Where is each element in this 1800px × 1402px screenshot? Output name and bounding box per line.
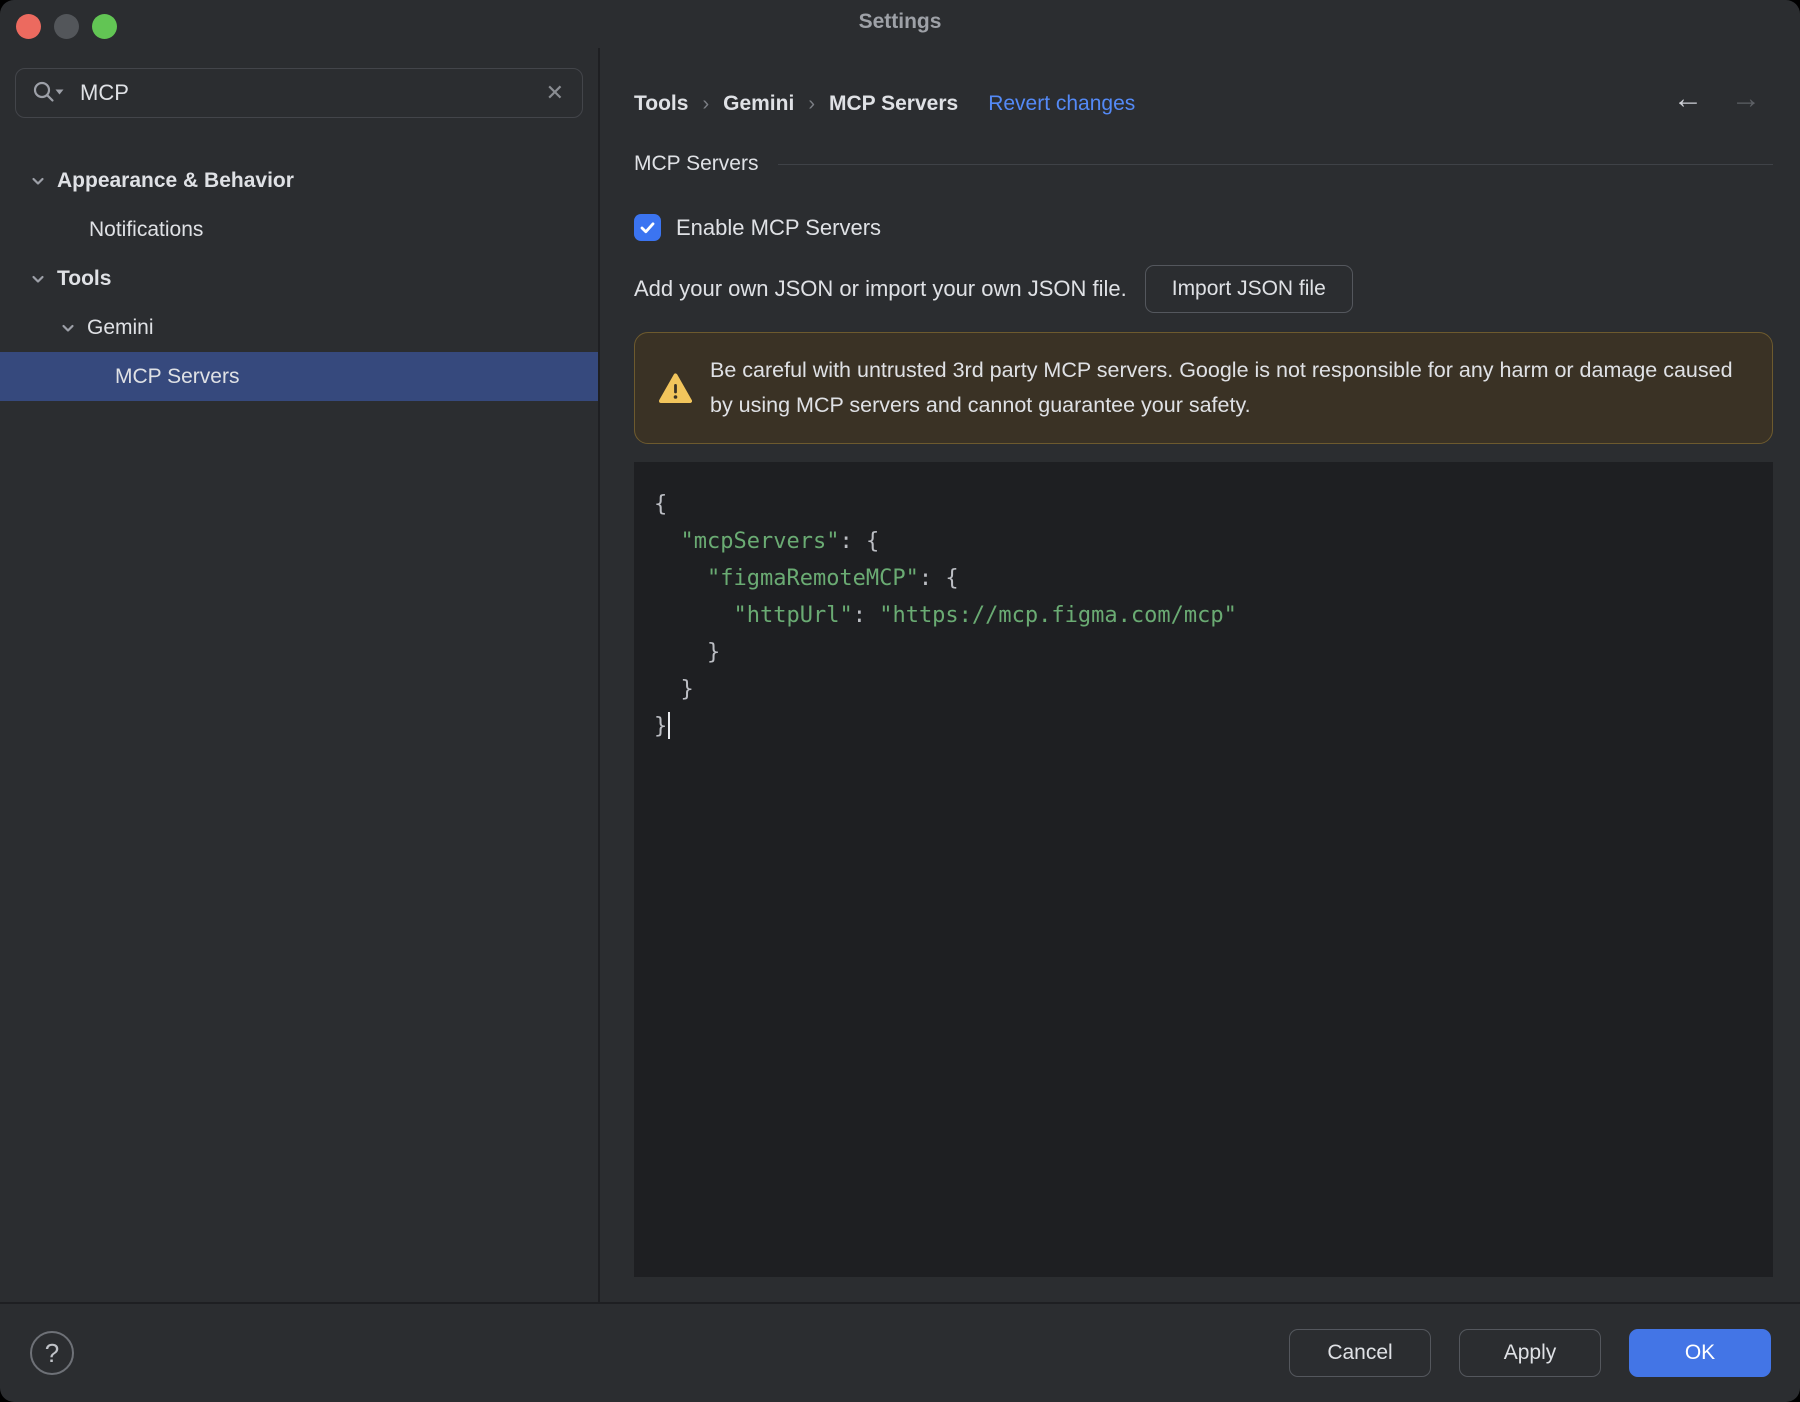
chevron-down-icon[interactable] [25, 170, 51, 192]
breadcrumb-item[interactable]: Gemini [723, 92, 794, 116]
breadcrumb-row: Tools › Gemini › MCP Servers Revert changes … [634, 84, 1773, 120]
section-header: MCP Servers [634, 152, 1773, 176]
import-json-button[interactable]: Import JSON file [1144, 265, 1353, 313]
forward-icon[interactable]: → [1731, 84, 1761, 114]
revert-changes-link[interactable]: Revert changes [988, 92, 1135, 116]
enable-mcp-row[interactable]: Enable MCP Servers [634, 214, 1773, 241]
clear-search-icon[interactable]: ✕ [544, 82, 566, 104]
sidebar-item-gemini[interactable]: Gemini [15, 303, 583, 352]
enable-mcp-checkbox[interactable] [634, 214, 661, 241]
sidebar-item-label: MCP Servers [115, 364, 240, 388]
import-hint-text: Add your own JSON or import your own JSO… [634, 276, 1127, 301]
import-row: Add your own JSON or import your own JSO… [634, 265, 1773, 313]
text-cursor [668, 712, 671, 739]
search-icon [33, 81, 64, 102]
history-nav: ← → [1673, 84, 1761, 114]
code-line: } [654, 640, 721, 665]
sidebar-item-label: Gemini [87, 315, 154, 339]
sidebar-item-label: Notifications [89, 217, 204, 241]
ok-button[interactable]: OK [1629, 1329, 1771, 1377]
settings-sidebar: ✕ Appearance & Behavior Notifications Tool… [0, 48, 600, 1302]
json-editor[interactable]: { "mcpServers": { "figmaRemoteMCP": { "h… [634, 462, 1773, 1277]
settings-window: Settings ✕ Appearance & Behavior Notifica… [0, 0, 1800, 1402]
cancel-button[interactable]: Cancel [1289, 1329, 1431, 1377]
code-line: "httpUrl": "https://mcp.figma.com/mcp" [733, 603, 1237, 628]
chevron-down-icon[interactable] [25, 268, 51, 290]
titlebar: Settings [0, 0, 1800, 48]
window-title: Settings [858, 10, 942, 33]
checkmark-icon [640, 222, 655, 234]
question-mark-icon: ? [44, 1337, 60, 1368]
apply-button[interactable]: Apply [1459, 1329, 1601, 1377]
breadcrumb-item[interactable]: Tools [634, 92, 688, 116]
sidebar-item-appearance-behavior[interactable]: Appearance & Behavior [15, 156, 583, 205]
mcp-servers-page: Tools › Gemini › MCP Servers Revert changes … [600, 48, 1800, 1302]
search-history-caret-icon [55, 89, 64, 95]
breadcrumb-separator: › [702, 92, 710, 115]
breadcrumb-separator: › [808, 92, 815, 115]
settings-tree: Appearance & Behavior Notifications Tools G… [0, 156, 598, 401]
sidebar-item-mcp-servers[interactable]: MCP Servers [0, 352, 598, 401]
sidebar-item-tools[interactable]: Tools [15, 254, 583, 303]
back-icon[interactable]: ← [1673, 84, 1703, 114]
breadcrumb-item[interactable]: MCP Servers [829, 92, 958, 116]
code-line: "figmaRemoteMCP": { [706, 566, 959, 591]
code-line: } [654, 677, 694, 702]
sidebar-item-notifications[interactable]: Notifications [15, 205, 583, 254]
enable-mcp-label: Enable MCP Servers [676, 214, 882, 240]
sidebar-item-label: Appearance & Behavior [57, 168, 294, 192]
search-field[interactable]: ✕ [15, 68, 583, 118]
dialog-footer: ? Cancel Apply OK [0, 1302, 1800, 1402]
breadcrumb: Tools › Gemini › MCP Servers [634, 92, 958, 116]
warning-text: Be careful with untrusted 3rd party MCP … [710, 358, 1733, 417]
chevron-down-icon[interactable] [55, 317, 81, 339]
warning-icon [659, 373, 692, 404]
code-line: { [654, 492, 668, 517]
warning-banner: Be careful with untrusted 3rd party MCP … [634, 332, 1773, 444]
code-line: "mcpServers": { [680, 529, 880, 554]
section-title: MCP Servers [634, 152, 759, 175]
search-input[interactable] [80, 80, 530, 106]
help-button[interactable]: ? [30, 1331, 74, 1375]
settings-body: ✕ Appearance & Behavior Notifications Tool… [0, 48, 1800, 1302]
sidebar-item-label: Tools [57, 266, 112, 290]
section-divider [778, 163, 1773, 165]
code-line: } [654, 708, 1753, 745]
